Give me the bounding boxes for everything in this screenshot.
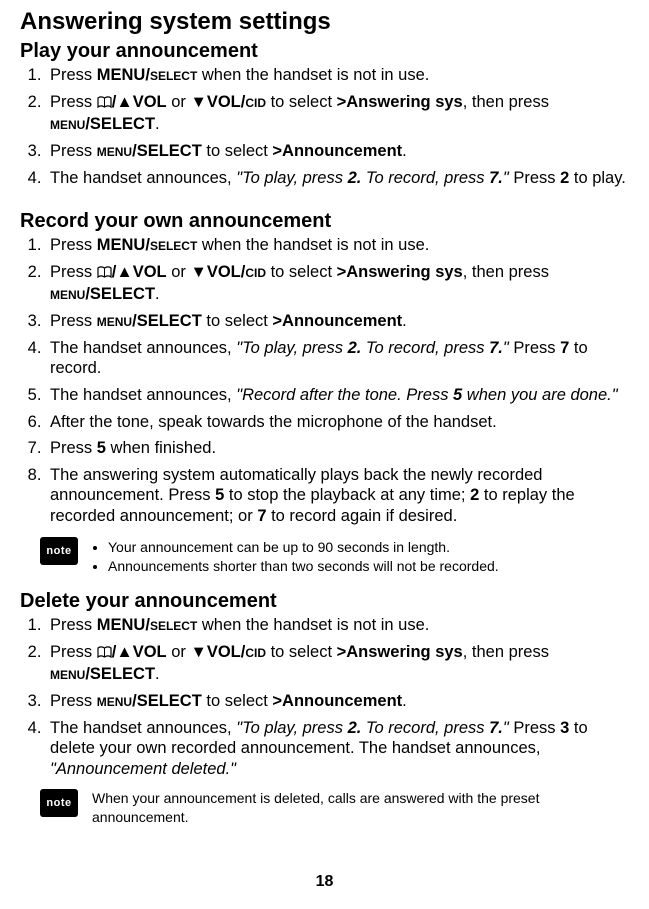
list-item: Press /▲VOL or ▼VOL/CID to select >Answe… (46, 262, 629, 305)
list-item: Press MENU/SELECT to select >Announcemen… (46, 141, 629, 162)
directory-icon (97, 264, 112, 285)
section-delete-heading: Delete your announcement (20, 590, 629, 613)
section-delete-steps: Press MENU/SELECT when the handset is no… (20, 615, 629, 779)
list-item: Press MENU/SELECT when the handset is no… (46, 615, 629, 636)
note-box: note When your announcement is deleted, … (40, 789, 629, 825)
manual-page: Answering system settings Play your anno… (0, 0, 649, 909)
section-play-steps: Press MENU/SELECT when the handset is no… (20, 65, 629, 188)
note-content: When your announcement is deleted, calls… (92, 789, 619, 825)
list-item: Press MENU/SELECT to select >Announcemen… (46, 691, 629, 712)
up-arrow-icon: ▲ (116, 642, 132, 663)
list-item: Press /▲VOL or ▼VOL/CID to select >Answe… (46, 642, 629, 685)
list-item: Press /▲VOL or ▼VOL/CID to select >Answe… (46, 92, 629, 135)
down-arrow-icon: ▼ (190, 262, 206, 283)
note-item: Announcements shorter than two seconds w… (108, 557, 619, 575)
note-icon: note (40, 537, 78, 565)
up-arrow-icon: ▲ (116, 262, 132, 283)
list-item: The handset announces, "To play, press 2… (46, 338, 629, 379)
list-item: After the tone, speak towards the microp… (46, 412, 629, 433)
list-item: The answering system automatically plays… (46, 465, 629, 527)
note-content: Your announcement can be up to 90 second… (92, 537, 619, 576)
note-item: Your announcement can be up to 90 second… (108, 538, 619, 556)
note-icon: note (40, 789, 78, 817)
directory-icon (97, 94, 112, 115)
section-record-steps: Press MENU/SELECT when the handset is no… (20, 235, 629, 527)
list-item: Press MENU/SELECT to select >Announcemen… (46, 311, 629, 332)
page-title: Answering system settings (20, 8, 629, 36)
up-arrow-icon: ▲ (116, 92, 132, 113)
list-item: The handset announces, "Record after the… (46, 385, 629, 406)
down-arrow-icon: ▼ (190, 92, 206, 113)
section-play-heading: Play your announcement (20, 40, 629, 63)
section-record-heading: Record your own announcement (20, 210, 629, 233)
list-item: The handset announces, "To play, press 2… (46, 718, 629, 780)
note-box: note Your announcement can be up to 90 s… (40, 537, 629, 576)
list-item: The handset announces, "To play, press 2… (46, 168, 629, 189)
list-item: Press MENU/SELECT when the handset is no… (46, 65, 629, 86)
list-item: Press 5 when finished. (46, 438, 629, 459)
list-item: Press MENU/SELECT when the handset is no… (46, 235, 629, 256)
page-number: 18 (0, 873, 649, 891)
down-arrow-icon: ▼ (190, 642, 206, 663)
directory-icon (97, 644, 112, 665)
